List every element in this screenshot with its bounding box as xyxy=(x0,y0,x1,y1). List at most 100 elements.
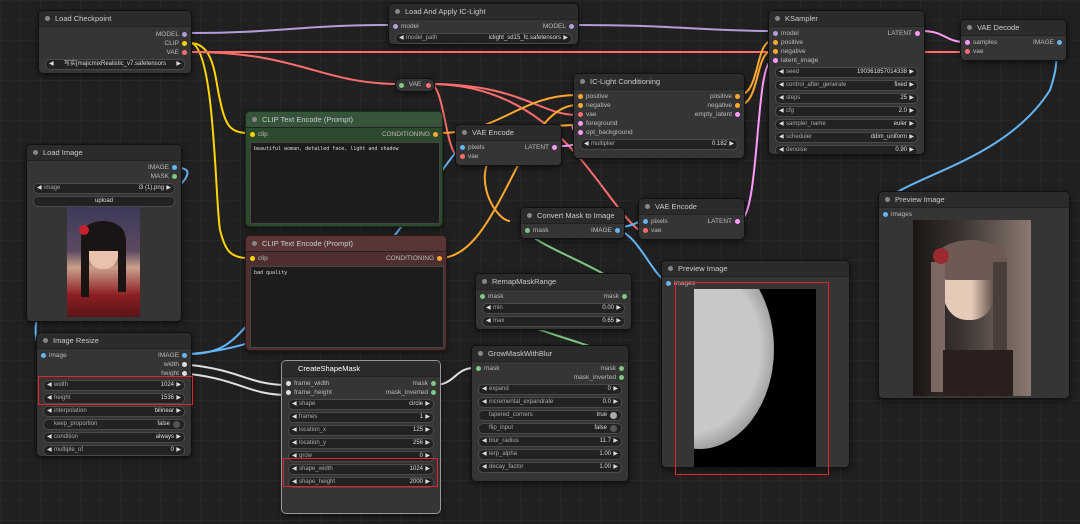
arrow-left-icon[interactable]: ◀ xyxy=(486,317,491,326)
clip-input-socket[interactable] xyxy=(250,132,255,137)
clip-text-encode-positive-node[interactable]: CLIP Text Encode (Prompt) clip CONDITIONI… xyxy=(245,111,443,227)
prompt-textarea[interactable]: bad quality xyxy=(250,266,444,348)
frame-width-input-socket[interactable] xyxy=(286,381,291,386)
images-input-socket[interactable] xyxy=(666,281,671,286)
reroute-input-socket[interactable] xyxy=(399,82,404,88)
arrow-left-icon[interactable]: ◀ xyxy=(292,465,297,474)
clip-output-socket[interactable] xyxy=(182,41,187,46)
steps-widget[interactable]: ◀ steps 25 ▶ xyxy=(775,93,918,104)
height-widget[interactable]: ◀ height 1536 ▶ xyxy=(43,393,185,404)
toggle-icon[interactable] xyxy=(173,421,180,428)
control-after-generate-widget[interactable]: ◀ control_after_generate fixed ▶ xyxy=(775,80,918,91)
arrow-left-icon[interactable]: ◀ xyxy=(399,34,404,43)
preview-image-node-right[interactable]: Preview Image images xyxy=(878,191,1070,399)
arrow-right-icon[interactable]: ▶ xyxy=(176,446,181,455)
arrow-right-icon[interactable]: ▶ xyxy=(909,146,914,154)
model-input-socket[interactable] xyxy=(393,24,398,29)
remap-mask-range-node[interactable]: RemapMaskRange mask mask ◀ min 0.00 ▶ ◀ max 0.… xyxy=(475,273,632,330)
arrow-right-icon[interactable]: ▶ xyxy=(613,398,618,407)
location-x-widget[interactable]: ◀ location_x 125 ▶ xyxy=(288,425,434,436)
arrow-right-icon[interactable]: ▶ xyxy=(613,437,618,446)
create-shape-mask-node[interactable]: CreateShapeMask frame_width mask frame_he… xyxy=(281,360,441,514)
arrow-left-icon[interactable]: ◀ xyxy=(47,394,52,403)
model-input-socket[interactable] xyxy=(773,31,778,36)
vae-input-socket[interactable] xyxy=(460,154,465,159)
arrow-right-icon[interactable]: ▶ xyxy=(613,463,618,472)
multiple-of-widget[interactable]: ◀ multiple_of 0 ▶ xyxy=(43,445,185,456)
cfg-widget[interactable]: ◀ cfg 2.0 ▶ xyxy=(775,106,918,117)
model-path-widget[interactable]: ◀ model_path iclight_sd15_fc.safetensors ▶ xyxy=(395,33,572,44)
ckpt-name-widget[interactable]: ◀ 写实[majicmixRealistic_v7.safetensors ▶ xyxy=(45,59,185,70)
arrow-left-icon[interactable]: ◀ xyxy=(292,413,297,422)
shape-widget[interactable]: ◀ shape circle ▶ xyxy=(288,399,434,410)
decay-factor-widget[interactable]: ◀ decay_factor 1.00 ▶ xyxy=(478,462,622,473)
arrow-right-icon[interactable]: ▶ xyxy=(176,433,181,442)
vae-decode-node[interactable]: VAE Decode samples IMAGE vae xyxy=(960,19,1067,61)
negative-input-socket[interactable] xyxy=(773,49,778,54)
incremental-expandrate-widget[interactable]: ◀ incremental_expandrate 0.0 ▶ xyxy=(478,397,622,408)
scheduler-widget[interactable]: ◀ scheduler ddim_uniform ▶ xyxy=(775,132,918,143)
clip-text-encode-negative-node[interactable]: CLIP Text Encode (Prompt) clip CONDITIONI… xyxy=(245,235,447,351)
latent-output-socket[interactable] xyxy=(915,31,920,36)
frames-widget[interactable]: ◀ frames 1 ▶ xyxy=(288,412,434,423)
arrow-right-icon[interactable]: ▶ xyxy=(176,394,181,403)
arrow-left-icon[interactable]: ◀ xyxy=(779,94,784,103)
negative-input-socket[interactable] xyxy=(578,103,583,108)
vae-reroute-node[interactable]: VAE xyxy=(395,78,435,92)
mask-inverted-output-socket[interactable] xyxy=(431,390,436,395)
arrow-left-icon[interactable]: ◀ xyxy=(292,439,297,448)
condition-widget[interactable]: ◀ condition always ▶ xyxy=(43,432,185,443)
mask-inverted-output-socket[interactable] xyxy=(619,375,624,380)
arrow-right-icon[interactable]: ▶ xyxy=(563,34,568,43)
arrow-right-icon[interactable]: ▶ xyxy=(613,450,618,459)
arrow-right-icon[interactable]: ▶ xyxy=(909,81,914,90)
vae-output-socket[interactable] xyxy=(182,50,187,55)
arrow-left-icon[interactable]: ◀ xyxy=(47,433,52,442)
preview-image-node-mid[interactable]: Preview Image images xyxy=(661,260,850,468)
grow-mask-with-blur-node[interactable]: GrowMaskWithBlur mask mask mask_inverted … xyxy=(471,345,629,482)
sampler-name-widget[interactable]: ◀ sampler_name euler ▶ xyxy=(775,119,918,130)
latent-output-socket[interactable] xyxy=(735,112,740,117)
keep-proportion-toggle[interactable]: keep_proportion false xyxy=(43,419,185,430)
arrow-left-icon[interactable]: ◀ xyxy=(292,426,297,435)
arrow-left-icon[interactable]: ◀ xyxy=(779,133,784,142)
arrow-left-icon[interactable]: ◀ xyxy=(482,437,487,446)
reroute-output-socket[interactable] xyxy=(426,82,431,88)
ksampler-node[interactable]: KSampler model LATENT positive negative l… xyxy=(768,10,925,155)
latent-output-socket[interactable] xyxy=(735,219,740,224)
toggle-icon[interactable] xyxy=(610,425,617,432)
arrow-right-icon[interactable]: ▶ xyxy=(616,317,621,326)
arrow-left-icon[interactable]: ◀ xyxy=(482,450,487,459)
arrow-right-icon[interactable]: ▶ xyxy=(909,120,914,129)
arrow-left-icon[interactable]: ◀ xyxy=(779,107,784,116)
multiplier-widget[interactable]: ◀ multiplier 0.182 ▶ xyxy=(580,139,738,150)
flip-input-toggle[interactable]: flip_input false xyxy=(478,423,622,434)
arrow-right-icon[interactable]: ▶ xyxy=(729,140,734,149)
arrow-left-icon[interactable]: ◀ xyxy=(486,304,491,313)
mask-input-socket[interactable] xyxy=(525,228,530,233)
pixels-input-socket[interactable] xyxy=(643,219,648,224)
shape-height-widget[interactable]: ◀ shape_height 2000 ▶ xyxy=(288,477,434,488)
arrow-right-icon[interactable]: ▶ xyxy=(176,60,181,69)
load-iclight-node[interactable]: Load And Apply IC-Light model MODEL ◀ mode… xyxy=(388,3,579,45)
vae-encode-node-2[interactable]: VAE Encode pixels LATENT vae xyxy=(638,198,745,240)
arrow-right-icon[interactable]: ▶ xyxy=(425,478,430,487)
width-output-socket[interactable] xyxy=(182,362,187,367)
arrow-right-icon[interactable]: ▶ xyxy=(909,94,914,103)
arrow-right-icon[interactable]: ▶ xyxy=(613,385,618,394)
arrow-right-icon[interactable]: ▶ xyxy=(616,304,621,313)
arrow-left-icon[interactable]: ◀ xyxy=(49,60,54,69)
samples-input-socket[interactable] xyxy=(965,40,970,45)
conditioning-output-socket[interactable] xyxy=(437,256,442,261)
expand-widget[interactable]: ◀ expand 0 ▶ xyxy=(478,384,622,395)
grow-widget[interactable]: ◀ grow 0 ▶ xyxy=(288,451,434,462)
convert-mask-node[interactable]: Convert Mask to Image mask IMAGE xyxy=(520,207,625,239)
arrow-left-icon[interactable]: ◀ xyxy=(47,446,52,455)
vae-input-socket[interactable] xyxy=(643,228,648,233)
image-output-socket[interactable] xyxy=(172,165,177,170)
prompt-textarea[interactable]: beautiful woman, detailed face, light an… xyxy=(250,142,440,224)
denoise-widget[interactable]: ◀ denoise 0.90 ▶ xyxy=(775,145,918,154)
location-y-widget[interactable]: ◀ location_y 256 ▶ xyxy=(288,438,434,449)
mask-output-socket[interactable] xyxy=(622,294,627,299)
width-widget[interactable]: ◀ width 1024 ▶ xyxy=(43,380,185,391)
